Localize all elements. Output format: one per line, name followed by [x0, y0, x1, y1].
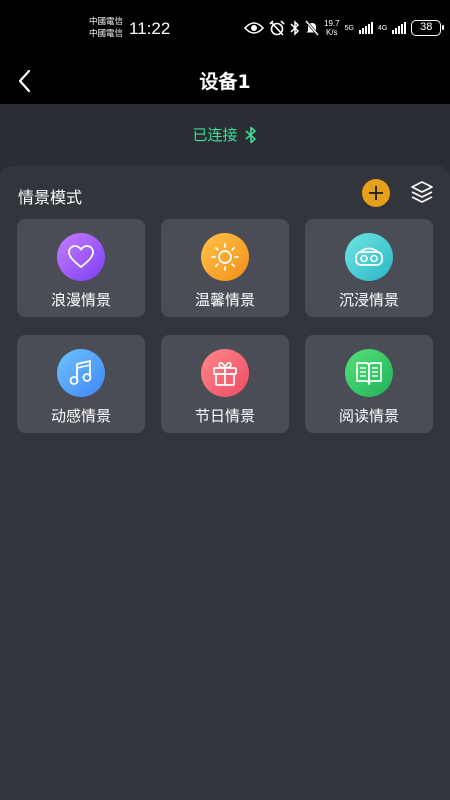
layers-icon [411, 181, 433, 203]
vr-goggles-icon [355, 247, 383, 266]
scene-card-reading[interactable]: 阅读情景 [305, 335, 433, 433]
network-5g: 5G [344, 24, 354, 32]
status-icons: 19.7 K/s 5G 4G 38 [244, 17, 445, 39]
alarm-off-icon [269, 20, 285, 36]
scene-panel-title: 情景模式 [18, 188, 83, 207]
connection-label: 已连接 [192, 126, 238, 144]
scene-label: 浪漫情景 [50, 291, 111, 309]
scene-icon-bg [201, 233, 249, 281]
carrier-2: 中國電信 [89, 29, 124, 39]
carrier-1: 中國電信 [89, 17, 124, 27]
scene-icon-bg [345, 233, 393, 281]
scene-card-immersive[interactable]: 沉浸情景 [305, 219, 433, 317]
nav-bar: 设备1 [0, 58, 450, 104]
scene-label: 沉浸情景 [338, 291, 399, 309]
net-speed-unit: K/s [326, 28, 338, 37]
heart-icon [68, 245, 94, 268]
net-speed-value: 19.7 [324, 19, 340, 28]
clock: 11:22 [129, 19, 171, 38]
connection-status: 已连接 [0, 124, 450, 145]
book-icon [356, 362, 382, 385]
scene-icon-bg [345, 349, 393, 397]
music-note-icon [69, 360, 92, 385]
net-speed: 19.7 K/s [324, 19, 340, 37]
sun-icon [211, 243, 239, 271]
network-4g: 4G [377, 24, 388, 32]
scene-icon-bg [201, 349, 249, 397]
scene-panel: 情景模式 浪漫情景 温馨情景 沉浸情景 动感情景 节日情景 阅读情景 [0, 166, 450, 800]
scene-icon-bg [57, 349, 105, 397]
signal-icon [358, 22, 373, 34]
scene-card-festival[interactable]: 节日情景 [161, 335, 289, 433]
bluetooth-status-icon [290, 20, 300, 36]
battery-icon: 38 [411, 20, 445, 36]
eye-icon [244, 22, 264, 34]
scene-label: 温馨情景 [194, 291, 255, 309]
plus-icon [369, 186, 383, 200]
mute-icon [305, 20, 319, 36]
carrier-info: 中國電信 中國電信 [89, 16, 123, 40]
page-title: 设备1 [199, 71, 251, 93]
scene-card-dynamic[interactable]: 动感情景 [17, 335, 145, 433]
layers-button[interactable] [410, 180, 434, 204]
gift-icon [213, 362, 237, 386]
scene-label: 阅读情景 [338, 407, 399, 425]
scene-card-romantic[interactable]: 浪漫情景 [17, 219, 145, 317]
scene-icon-bg [57, 233, 105, 281]
scene-card-warm[interactable]: 温馨情景 [161, 219, 289, 317]
add-scene-button[interactable] [362, 179, 390, 207]
status-bar: 中國電信 中國電信 11:22 19.7 K/s 5G 4G 38 [0, 0, 450, 58]
signal-icon-2 [392, 22, 407, 34]
bluetooth-icon [244, 126, 256, 143]
scene-label: 节日情景 [194, 407, 255, 425]
scene-label: 动感情景 [50, 407, 111, 425]
